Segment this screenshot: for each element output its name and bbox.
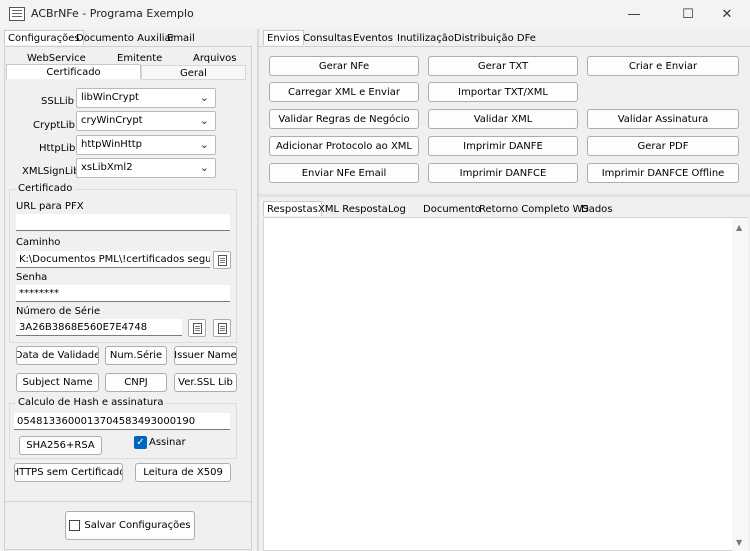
tab-documento-auxiliar[interactable]: Documento Auxiliar [73,31,178,46]
chevron-down-icon: ⌄ [199,138,209,151]
certificate-info-button[interactable] [213,319,231,337]
document-icon [217,322,227,334]
scroll-up-icon[interactable]: ▲ [736,223,742,232]
tab-geral[interactable]: Geral [141,65,246,80]
tab-configuracoes[interactable]: Configurações [4,30,84,45]
gerar-pdf-button[interactable]: Gerar PDF [587,136,739,156]
salvar-configuracoes-label: Salvar Configurações [84,520,191,531]
select-certificate-button[interactable] [188,319,206,337]
tab-dados[interactable]: Dados [578,202,616,217]
url-pfx-input[interactable] [16,214,230,231]
enviar-nfe-email-button[interactable]: Enviar NFe Email [269,163,419,183]
save-icon [69,520,81,531]
adicionar-protocolo-button[interactable]: Adicionar Protocolo ao XML [269,136,419,156]
url-pfx-label: URL para PFX [16,201,84,212]
browse-caminho-button[interactable] [213,251,231,269]
certificado-group-title: Certificado [16,183,75,194]
validar-regras-negocio-button[interactable]: Validar Regras de Negócio [269,109,419,129]
title-bar: ACBrNFe - Programa Exemplo — ☐ ✕ [0,0,750,29]
salvar-configuracoes-button[interactable]: Salvar Configurações [65,511,195,540]
numero-serie-input[interactable]: 3A26B3868E560E7E4748 [16,319,182,336]
tab-arquivos[interactable]: Arquivos [190,51,240,66]
tab-distribuicao-dfe[interactable]: Distribuição DFe [451,31,539,46]
issuer-name-button[interactable]: Issuer Name [174,346,237,365]
vertical-scrollbar[interactable]: ▲ ▼ [732,218,748,551]
cnpj-button[interactable]: CNPJ [105,373,167,392]
tab-log[interactable]: Log [385,202,409,217]
tab-certificado[interactable]: Certificado [6,64,141,79]
httplib-label: HttpLib [39,143,76,154]
tab-respostas[interactable]: Respostas [263,201,322,216]
validar-xml-button[interactable]: Validar XML [428,109,578,129]
ssllib-label: SSLLib [41,96,74,107]
https-sem-certificado-button[interactable]: HTTPS sem Certificado [14,463,123,482]
cryptlib-select[interactable]: cryWinCrypt ⌄ [76,111,216,131]
tab-consultas[interactable]: Consultas [300,31,355,46]
horizontal-splitter[interactable] [259,194,750,197]
leitura-x509-button[interactable]: Leitura de X509 [135,463,231,482]
app-icon [9,7,25,21]
imprimir-danfce-button[interactable]: Imprimir DANFCE [428,163,578,183]
httplib-value: httpWinHttp [81,139,143,150]
scroll-down-icon[interactable]: ▼ [736,538,742,547]
cryptlib-value: cryWinCrypt [81,115,143,126]
hash-input[interactable]: 05481336000137045834930001‍90 [14,413,230,430]
ssllib-value: libWinCrypt [81,92,139,103]
ssllib-select[interactable]: libWinCrypt ⌄ [76,88,216,108]
chevron-down-icon: ⌄ [199,91,209,104]
document-icon [192,322,202,334]
tab-inutilizacao[interactable]: Inutilização [394,31,457,46]
imprimir-danfce-offline-button[interactable]: Imprimir DANFCE Offline [587,163,739,183]
httplib-select[interactable]: httpWinHttp ⌄ [76,135,216,155]
tab-xml-resposta[interactable]: XML Resposta [315,202,391,217]
criar-e-enviar-button[interactable]: Criar e Enviar [587,56,739,76]
num-serie-button[interactable]: Num.Série [105,346,167,365]
xmlsignlib-label: XMLSignLib [22,166,80,177]
respostas-memo[interactable] [263,217,748,551]
importar-txt-xml-button[interactable]: Importar TXT/XML [428,82,578,102]
tab-eventos[interactable]: Eventos [350,31,396,46]
tab-envios[interactable]: Envios [263,30,304,45]
ver-ssl-lib-button[interactable]: Ver.SSL Lib [174,373,237,392]
validar-assinatura-button[interactable]: Validar Assinatura [587,109,739,129]
minimize-button[interactable]: — [611,0,657,29]
xmlsignlib-select[interactable]: xsLibXml2 ⌄ [76,158,216,178]
right-panel: Envios Consultas Eventos Inutilização Di… [259,29,750,551]
caminho-input[interactable]: K:\Documentos PML\!certificados seguranc… [16,251,210,268]
numero-serie-label: Número de Série [16,306,101,317]
window-title: ACBrNFe - Programa Exemplo [31,7,194,20]
senha-label: Senha [16,272,48,283]
tab-retorno-completo-ws[interactable]: Retorno Completo WS [476,202,592,217]
caminho-label: Caminho [16,237,61,248]
subject-name-button[interactable]: Subject Name [16,373,99,392]
tab-email[interactable]: Email [164,31,198,46]
gerar-nfe-button[interactable]: Gerar NFe [269,56,419,76]
cryptlib-label: CryptLib [33,120,75,131]
senha-input[interactable]: ******** [16,285,230,302]
divider [4,501,252,502]
tab-documento[interactable]: Documento [420,202,484,217]
carregar-xml-enviar-button[interactable]: Carregar XML e Enviar [269,82,419,102]
hash-group-title: Calculo de Hash e assinatura [16,397,166,408]
close-button[interactable]: ✕ [704,0,750,29]
xmlsignlib-value: xsLibXml2 [81,162,133,173]
chevron-down-icon: ⌄ [199,114,209,127]
gerar-txt-button[interactable]: Gerar TXT [428,56,578,76]
sha256-rsa-button[interactable]: SHA256+RSA [19,436,102,455]
assinar-checkbox[interactable]: ✓ [134,436,147,449]
left-panel: Configurações Documento Auxiliar Email W… [0,29,258,551]
chevron-down-icon: ⌄ [199,161,209,174]
imprimir-danfe-button[interactable]: Imprimir DANFE [428,136,578,156]
document-icon [217,254,227,266]
data-validade-button[interactable]: Data de Validade [16,346,99,365]
assinar-label: Assinar [149,437,186,448]
